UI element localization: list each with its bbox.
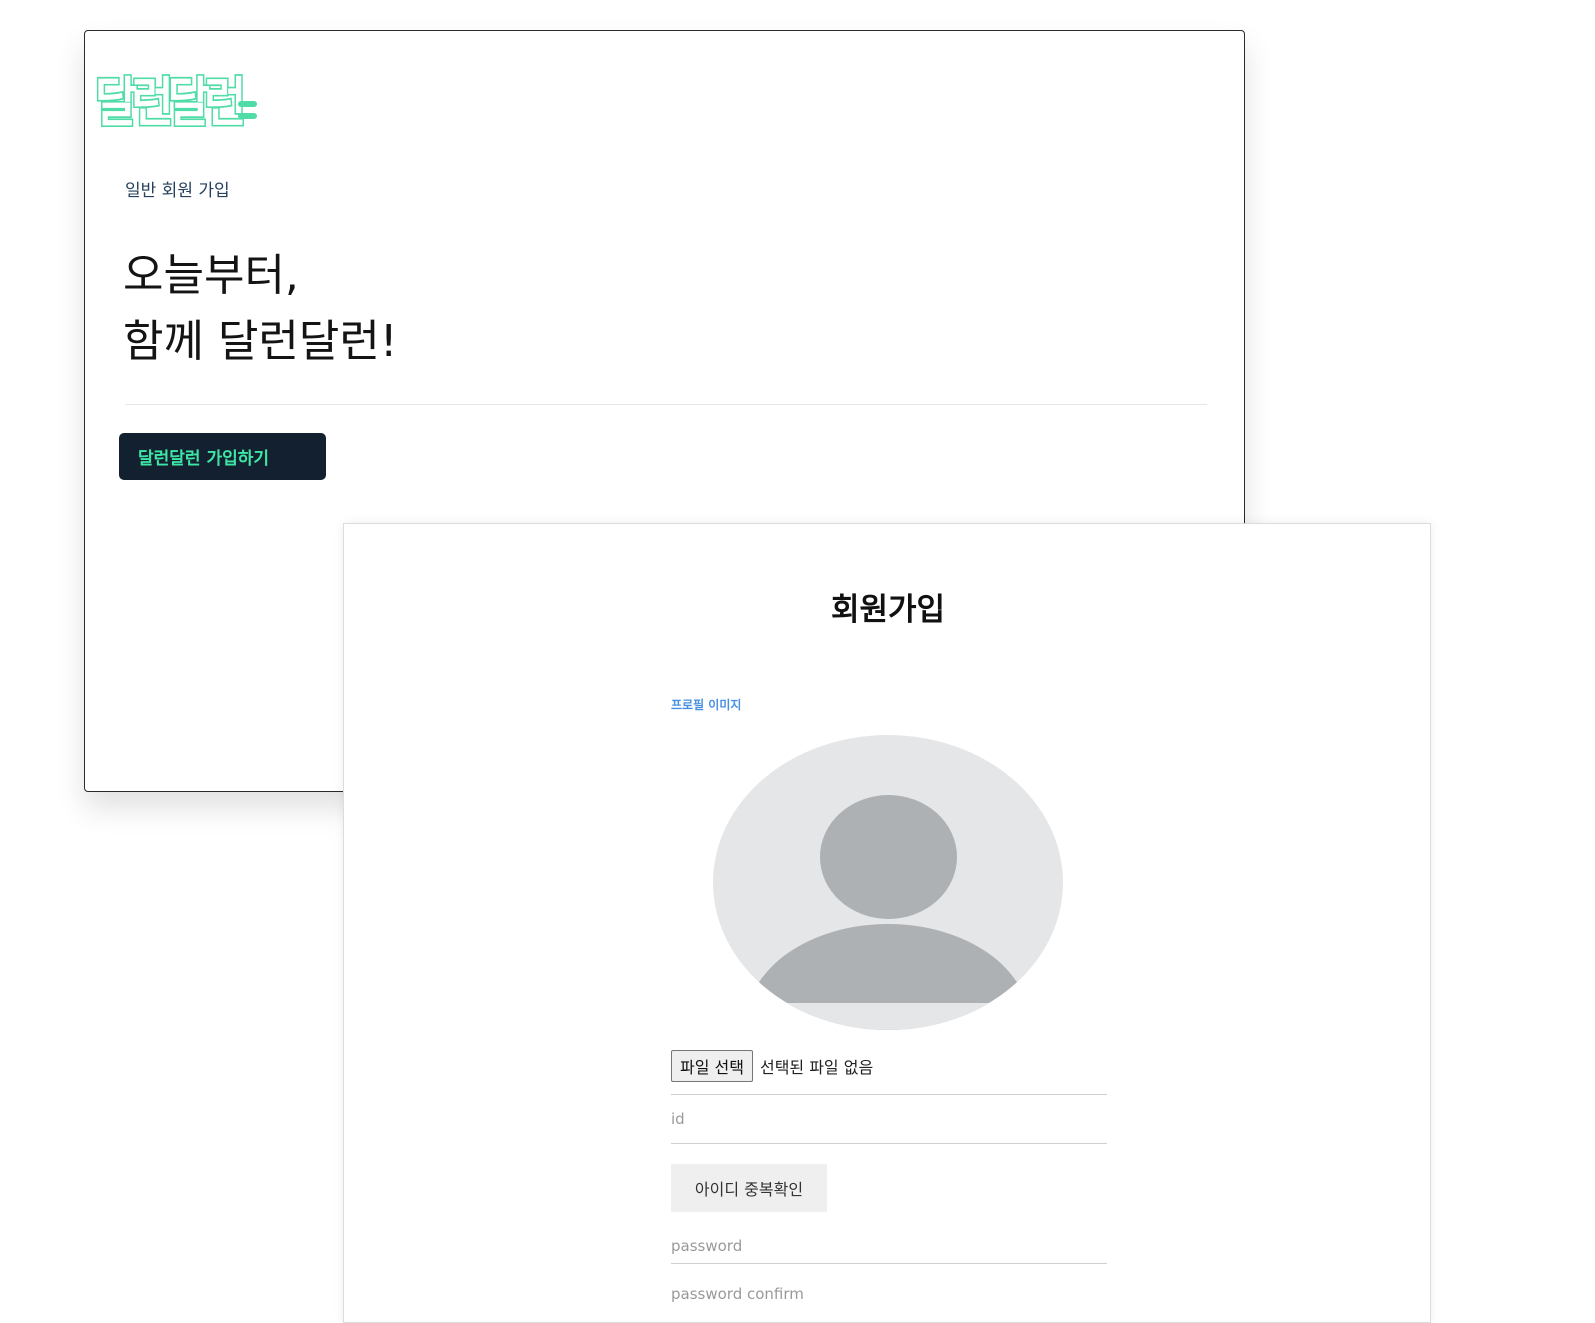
page-title: 회원가입 xyxy=(830,592,946,628)
default-user-icon xyxy=(713,735,1063,1030)
logo-dash-icon xyxy=(238,113,257,119)
signup-window: 회원가입 프로필 이미지 파일 선택 선택된 파일 없음 아이디 중복확인 xyxy=(343,523,1431,1323)
headline: 오늘부터, 함께 달런달런! xyxy=(123,243,398,375)
file-status-text: 선택된 파일 없음 xyxy=(759,1058,874,1077)
headline-line-1: 오늘부터, xyxy=(123,250,299,301)
divider xyxy=(125,404,1207,405)
join-button[interactable]: 달런달런 가입하기 xyxy=(119,433,326,480)
id-input[interactable] xyxy=(671,1095,1107,1144)
headline-line-2: 함께 달런달런! xyxy=(123,316,398,367)
password-confirm-input[interactable] xyxy=(671,1276,1107,1311)
logo-dash-icon xyxy=(238,101,257,107)
password-input[interactable] xyxy=(671,1229,1107,1264)
avatar-head xyxy=(820,795,957,919)
profile-image-label: 프로필 이미지 xyxy=(671,698,742,712)
id-check-button[interactable]: 아이디 중복확인 xyxy=(671,1164,827,1212)
brand-logo[interactable]: 달런달런 xyxy=(93,61,265,143)
signup-type-label: 일반 회원 가입 xyxy=(125,181,230,201)
logo-text: 달런달런 xyxy=(93,69,247,135)
file-input: 파일 선택 선택된 파일 없음 xyxy=(671,1050,873,1082)
choose-file-button[interactable]: 파일 선택 xyxy=(671,1050,753,1082)
